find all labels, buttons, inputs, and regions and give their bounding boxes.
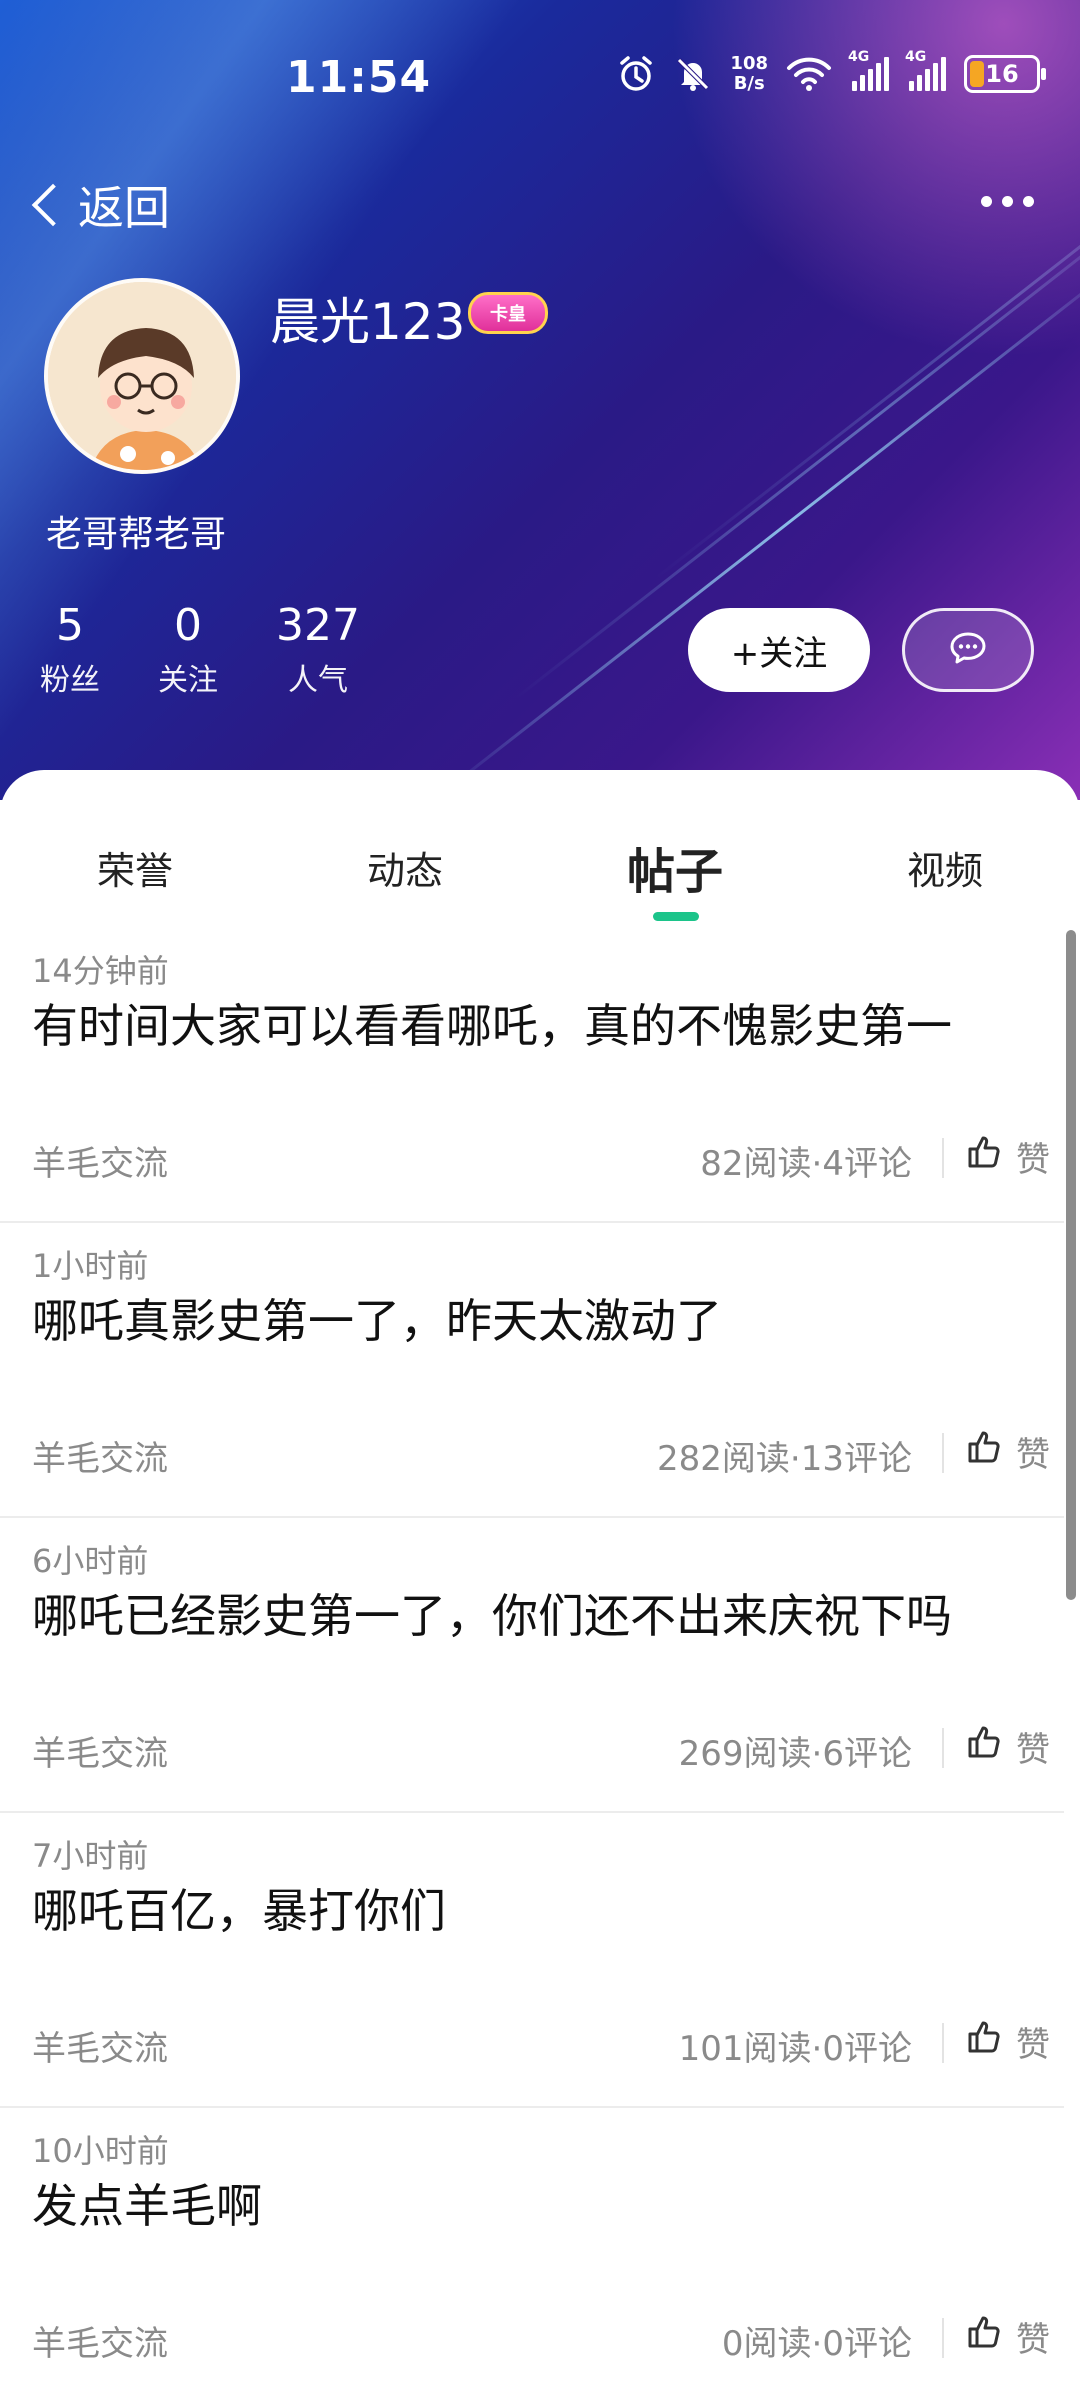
post-item[interactable]: 7小时前 哪吒百亿，暴打你们 羊毛交流 101阅读·0评论 赞 — [0, 1813, 1064, 2108]
thumbs-up-icon — [966, 2019, 1002, 2064]
like-label: 赞 — [1016, 1435, 1050, 1475]
thumbs-up-icon — [966, 1134, 1002, 1179]
divider — [942, 2318, 944, 2358]
tab-videos[interactable]: 视频 — [865, 840, 1025, 895]
divider — [942, 1728, 944, 1768]
like-button[interactable]: 赞 — [966, 1132, 1050, 1181]
post-time: 1小时前 — [32, 1247, 149, 1285]
divider — [942, 1138, 944, 1178]
post-category[interactable]: 羊毛交流 — [32, 2021, 168, 2070]
battery-icon: 16 — [964, 55, 1046, 93]
stat-following[interactable]: 0 关注 — [158, 600, 218, 699]
signal-icon-sim2: 4G — [905, 49, 946, 91]
chevron-left-icon — [31, 183, 75, 227]
thumbs-up-icon — [966, 2314, 1002, 2359]
stat-fans[interactable]: 5 粉丝 — [40, 600, 100, 699]
post-time: 6小时前 — [32, 1542, 149, 1580]
profile-stats: 5 粉丝 0 关注 327 人气 — [40, 600, 360, 699]
tab-activity[interactable]: 动态 — [325, 840, 485, 895]
divider — [942, 2023, 944, 2063]
thumbs-up-icon — [966, 1724, 1002, 1769]
content-sheet: 荣誉 动态 帖子 视频 14分钟前 有时间大家可以看看哪吒，真的不愧影史第一 羊… — [0, 770, 1080, 2400]
tab-label: 帖子 — [626, 844, 723, 900]
signal-label: 4G — [905, 49, 927, 65]
signal-icon-sim1: 4G — [848, 49, 889, 91]
status-bar: 11:54 108 B/s 4G 4G 16 — [0, 0, 1080, 150]
post-stats: 282阅读·13评论 — [657, 1439, 912, 1479]
profile-signature: 老哥帮老哥 — [46, 514, 227, 555]
post-stats: 0阅读·0评论 — [721, 2324, 912, 2364]
post-title[interactable]: 哪吒已经影史第一了，你们还不出来庆祝下吗 — [32, 1580, 952, 1646]
stat-label: 粉丝 — [40, 663, 100, 698]
post-item[interactable]: 1小时前 哪吒真影史第一了，昨天太激动了 羊毛交流 282阅读·13评论 赞 — [0, 1223, 1064, 1518]
tab-honors[interactable]: 荣誉 — [55, 840, 215, 895]
post-title[interactable]: 哪吒真影史第一了，昨天太激动了 — [32, 1285, 722, 1351]
post-category[interactable]: 羊毛交流 — [32, 1136, 168, 1185]
post-time: 14分钟前 — [32, 952, 169, 990]
post-title[interactable]: 发点羊毛啊 — [32, 2170, 262, 2236]
like-button[interactable]: 赞 — [966, 1427, 1050, 1476]
like-label: 赞 — [1016, 2025, 1050, 2065]
tab-label: 动态 — [366, 849, 443, 893]
stat-label: 关注 — [158, 663, 218, 698]
stat-value: 0 — [174, 600, 202, 651]
post-list: 14分钟前 有时间大家可以看看哪吒，真的不愧影史第一 羊毛交流 82阅读·4评论… — [0, 928, 1064, 2400]
bell-off-icon — [674, 55, 712, 93]
username: 晨光123 — [270, 293, 466, 351]
like-label: 赞 — [1016, 1140, 1050, 1180]
network-speed: 108 B/s — [730, 54, 768, 94]
post-time: 7小时前 — [32, 1837, 149, 1875]
message-button[interactable] — [902, 608, 1034, 692]
message-icon — [949, 631, 987, 669]
stat-value: 5 — [56, 600, 84, 651]
back-label: 返回 — [78, 181, 170, 235]
post-stats: 101阅读·0评论 — [678, 2029, 912, 2069]
like-button[interactable]: 赞 — [966, 2017, 1050, 2066]
tab-label: 视频 — [906, 849, 983, 893]
stat-value: 327 — [276, 600, 360, 651]
post-time: 10小时前 — [32, 2132, 169, 2170]
more-icon[interactable] — [981, 196, 1034, 207]
stat-label: 人气 — [287, 663, 348, 698]
post-title[interactable]: 有时间大家可以看看哪吒，真的不愧影史第一 — [32, 990, 952, 1056]
post-stats: 269阅读·6评论 — [678, 1734, 912, 1774]
alarm-icon — [616, 54, 656, 94]
post-category[interactable]: 羊毛交流 — [32, 1726, 168, 1775]
wifi-icon — [786, 56, 832, 92]
like-button[interactable]: 赞 — [966, 2312, 1050, 2361]
post-stats: 82阅读·4评论 — [700, 1144, 912, 1184]
post-category[interactable]: 羊毛交流 — [32, 1431, 168, 1480]
thumbs-up-icon — [966, 1429, 1002, 1474]
battery-level: 16 — [985, 60, 1019, 88]
divider — [942, 1433, 944, 1473]
like-label: 赞 — [1016, 2320, 1050, 2360]
net-speed-value: 108 — [730, 53, 768, 74]
post-title[interactable]: 哪吒百亿，暴打你们 — [32, 1875, 446, 1941]
signal-label: 4G — [848, 49, 870, 65]
post-item[interactable]: 14分钟前 有时间大家可以看看哪吒，真的不愧影史第一 羊毛交流 82阅读·4评论… — [0, 928, 1064, 1223]
tab-label: 荣誉 — [96, 849, 173, 893]
status-icons: 108 B/s 4G 4G 16 — [616, 49, 1046, 94]
post-item[interactable]: 6小时前 哪吒已经影史第一了，你们还不出来庆祝下吗 羊毛交流 269阅读·6评论… — [0, 1518, 1064, 1813]
post-category[interactable]: 羊毛交流 — [32, 2316, 168, 2365]
back-button[interactable]: 返回 — [28, 172, 170, 238]
profile-tabs: 荣誉 动态 帖子 视频 — [0, 840, 1080, 930]
vip-badge: 卡皇 — [468, 292, 548, 334]
post-item[interactable]: 10小时前 发点羊毛啊 羊毛交流 0阅读·0评论 赞 — [0, 2108, 1064, 2400]
scrollbar[interactable] — [1066, 930, 1076, 1600]
active-tab-indicator — [653, 912, 699, 921]
stat-popularity: 327 人气 — [276, 600, 360, 699]
like-label: 赞 — [1016, 1730, 1050, 1770]
avatar[interactable] — [44, 278, 240, 474]
follow-button[interactable]: +关注 — [688, 608, 870, 692]
tab-posts[interactable]: 帖子 — [595, 832, 755, 921]
like-button[interactable]: 赞 — [966, 1722, 1050, 1771]
status-time: 11:54 — [286, 52, 432, 103]
net-speed-unit: B/s — [733, 73, 765, 94]
